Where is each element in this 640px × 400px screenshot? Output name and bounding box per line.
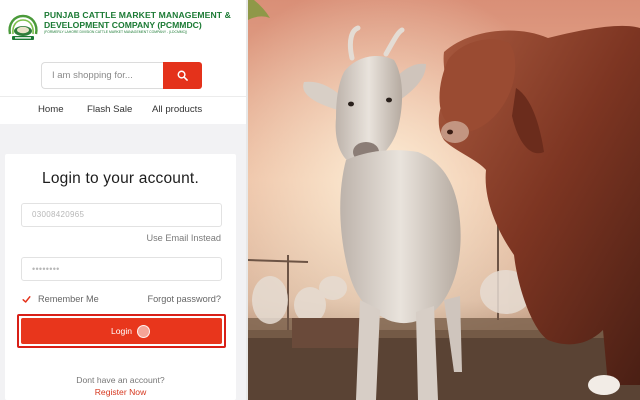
password-field[interactable]: ••••••••: [21, 257, 222, 281]
remember-me[interactable]: Remember Me: [22, 294, 99, 304]
login-button-label: Login: [110, 326, 133, 336]
brand-name-line2: DEVELOPMENT COMPANY (PCMMDC): [44, 20, 202, 30]
register-now-link[interactable]: Register Now: [5, 387, 236, 397]
site-header: PUNJAB CATTLE MARKET MANAGEMENT & DEVELO…: [0, 0, 246, 124]
goat-and-brahman-bull-photo: [248, 0, 640, 400]
search-button[interactable]: [163, 62, 202, 89]
search-input[interactable]: I am shopping for...: [41, 62, 163, 89]
mouse-cursor-indicator: [137, 325, 150, 338]
brand-name-line1: PUNJAB CATTLE MARKET MANAGEMENT &: [44, 10, 231, 20]
forgot-password-link[interactable]: Forgot password?: [147, 294, 221, 304]
search-bar: I am shopping for...: [41, 62, 202, 89]
search-icon: [177, 70, 188, 81]
login-title: Login to your account.: [42, 170, 199, 187]
nav-home[interactable]: Home: [38, 104, 64, 115]
login-button[interactable]: Login: [21, 318, 222, 344]
use-email-instead-link[interactable]: Use Email Instead: [146, 233, 221, 243]
left-panel: PUNJAB CATTLE MARKET MANAGEMENT & DEVELO…: [0, 0, 246, 400]
nav-all-products[interactable]: All products: [152, 104, 202, 115]
remember-checkbox[interactable]: [22, 295, 31, 304]
brand-former-name: (FORMERLY LAHORE DIVISION CATTLE MARKET …: [44, 30, 188, 34]
main-nav: Home Flash Sale All products: [0, 96, 246, 122]
login-card: Login to your account. 03008420965 Use E…: [5, 154, 236, 400]
brand-text: PUNJAB CATTLE MARKET MANAGEMENT & DEVELO…: [44, 10, 231, 35]
company-seal-icon: [6, 10, 40, 44]
checkmark-icon: [22, 295, 31, 303]
phone-field[interactable]: 03008420965: [21, 203, 222, 227]
brand-logo[interactable]: PUNJAB CATTLE MARKET MANAGEMENT & DEVELO…: [6, 10, 231, 44]
no-account-text: Dont have an account?: [76, 375, 165, 385]
login-button-highlight: Login: [17, 314, 226, 348]
nav-flash-sale[interactable]: Flash Sale: [87, 104, 132, 115]
remember-label: Remember Me: [38, 294, 99, 304]
